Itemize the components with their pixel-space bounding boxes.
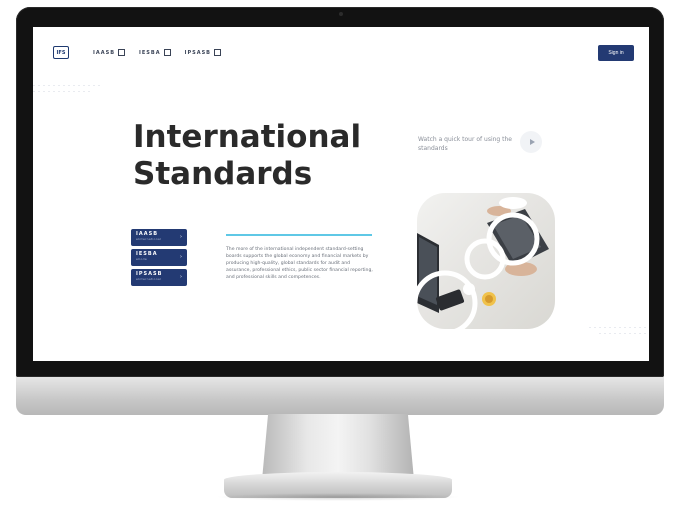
board-button-iesba[interactable]: IESBA eCode ›: [131, 249, 187, 266]
page-title: International Standards: [133, 119, 361, 193]
monitor-chin: [16, 377, 664, 415]
play-icon[interactable]: [520, 131, 542, 153]
chevron-right-icon: ›: [180, 234, 182, 240]
nav-link-iaasb[interactable]: IAASB: [93, 49, 126, 56]
decor-dots: [599, 333, 649, 334]
tour-text: Watch a quick tour of using the standard…: [418, 136, 512, 152]
logo[interactable]: IFS: [53, 46, 69, 59]
nav-link-label: IAASB: [93, 49, 116, 56]
monitor-stand-neck: [262, 414, 414, 480]
nav-link-label: IESBA: [139, 49, 161, 56]
decor-dots: [33, 91, 93, 92]
chevron-right-icon: ›: [180, 274, 182, 280]
sign-in-button[interactable]: Sign in: [598, 45, 634, 61]
title-line-2: Standards: [133, 156, 313, 192]
nav-link-iesba[interactable]: IESBA: [139, 49, 171, 56]
title-line-1: International: [133, 119, 362, 155]
decor-dots: [33, 85, 103, 86]
nav-link-label: IPSASB: [184, 49, 211, 56]
external-link-icon: [118, 49, 126, 56]
photo-illustration: [417, 197, 549, 329]
logo-text: IFS: [56, 49, 66, 56]
chevron-right-icon: ›: [180, 254, 182, 260]
floor-shadow: [215, 493, 461, 501]
external-link-icon: [163, 49, 171, 56]
hero-photo: [417, 193, 555, 329]
hero-description: The more of the international independen…: [226, 247, 373, 280]
decor-dots: [589, 327, 649, 328]
nav-link-ipsasb[interactable]: IPSASB: [185, 49, 221, 56]
board-button-ipsasb[interactable]: IPSASB eInternational ›: [131, 269, 187, 286]
top-nav: IAASB IESBA IPSASB: [93, 49, 221, 56]
accent-divider: [226, 234, 372, 236]
screen: IFS IAASB IESBA IPSASB Sign in Internati…: [33, 27, 649, 361]
board-button-group: IAASB eInternational › IESBA eCode › IPS…: [131, 229, 187, 286]
webcam: [339, 12, 343, 16]
external-link-icon: [214, 49, 221, 56]
board-button-iaasb[interactable]: IAASB eInternational ›: [131, 229, 187, 246]
